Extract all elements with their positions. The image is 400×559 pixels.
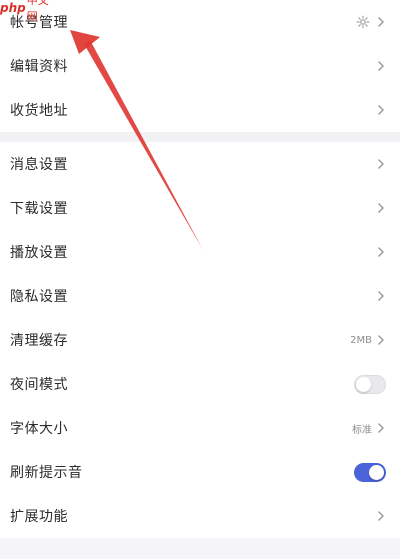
settings-row-extensions[interactable]: 扩展功能 [0,494,400,538]
refresh-sound-toggle[interactable] [354,462,386,482]
row-label: 扩展功能 [10,509,68,525]
gear-icon [356,15,370,29]
watermark-brand: php [0,1,26,15]
font-size-value: 标准 [352,424,372,436]
cache-size-value: 2MB [350,334,372,346]
settings-row-playback-settings[interactable]: 播放设置 [0,230,400,274]
settings-row-privacy-settings[interactable]: 隐私设置 [0,274,400,318]
chevron-right-icon [376,103,386,117]
chevron-right-icon [376,421,386,435]
chevron-right-icon [376,333,386,347]
row-label: 播放设置 [10,245,68,261]
preferences-group: 消息设置 下载设置 播放设置 隐私设置 清理缓存 2MB 夜间模式 字体大小 标… [0,142,400,538]
chevron-right-icon [376,59,386,73]
toggle-knob [369,464,384,480]
row-label: 收货地址 [10,103,68,119]
row-label: 字体大小 [10,421,68,437]
row-label: 隐私设置 [10,289,68,305]
account-group: 帐号管理 编辑资料 收货地址 [0,0,400,132]
chevron-right-icon [376,245,386,259]
row-label: 编辑资料 [10,59,68,75]
settings-page: php 中文网 帐号管理 编辑资料 收货地址 消息设置 下载设置 播放设置 隐私… [0,0,400,559]
row-label: 夜间模式 [10,377,68,393]
settings-row-account-management[interactable]: 帐号管理 [0,0,400,44]
settings-row-font-size[interactable]: 字体大小 标准 [0,406,400,450]
settings-row-download-settings[interactable]: 下载设置 [0,186,400,230]
group-divider [0,132,400,142]
settings-row-night-mode: 夜间模式 [0,362,400,406]
settings-row-refresh-sound: 刷新提示音 [0,450,400,494]
chevron-right-icon [376,509,386,523]
settings-row-shipping-address[interactable]: 收货地址 [0,88,400,132]
chevron-right-icon [376,289,386,303]
row-label: 消息设置 [10,157,68,173]
row-label: 下载设置 [10,201,68,217]
night-mode-toggle[interactable] [354,374,386,394]
watermark-site: 中文网 [26,0,49,23]
chevron-right-icon [376,15,386,29]
row-label: 帐号管理 [10,15,68,31]
row-label: 刷新提示音 [10,465,83,481]
row-label: 清理缓存 [10,333,68,349]
settings-row-edit-profile[interactable]: 编辑资料 [0,44,400,88]
settings-row-message-settings[interactable]: 消息设置 [0,142,400,186]
watermark-logo: php 中文网 [0,0,58,23]
settings-row-clear-cache[interactable]: 清理缓存 2MB [0,318,400,362]
toggle-knob [356,376,371,392]
chevron-right-icon [376,201,386,215]
chevron-right-icon [376,157,386,171]
